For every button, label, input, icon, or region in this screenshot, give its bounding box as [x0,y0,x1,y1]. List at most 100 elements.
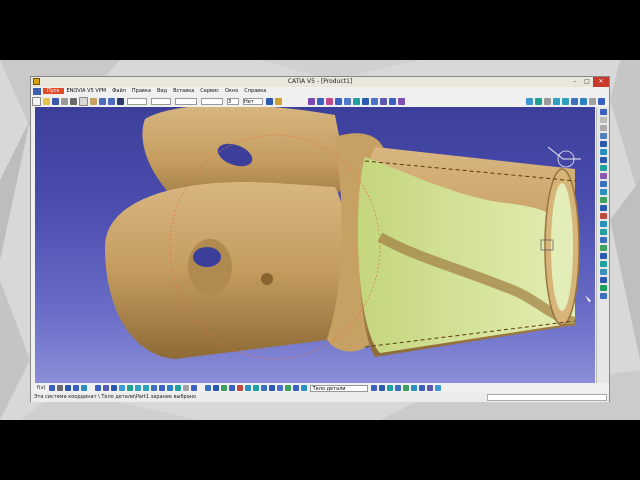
apply-icon[interactable] [599,261,607,267]
face-fillet-icon[interactable] [386,385,393,391]
fit-all-icon[interactable] [526,97,533,105]
zoom-out-bottom-icon[interactable] [142,385,149,391]
swap-bottom-icon[interactable] [190,385,197,391]
brush-icon[interactable] [275,97,282,105]
iso-view-icon[interactable] [158,385,165,391]
circle-icon[interactable] [599,149,607,155]
exit-sketch-icon[interactable] [599,117,607,123]
menu-item-edit[interactable]: Правка [129,88,154,94]
paste-icon[interactable] [90,97,97,105]
stiffener-icon[interactable] [380,97,387,105]
draft-icon[interactable] [268,385,275,391]
document-icon[interactable] [33,87,41,95]
axis-system-icon[interactable] [212,385,219,391]
menu-item-file[interactable]: Файл [109,88,129,94]
offset-icon[interactable] [599,213,607,219]
pocket-icon[interactable] [326,97,333,105]
lights-icon[interactable] [599,285,607,291]
pad-icon[interactable] [317,97,324,105]
hide-show-icon[interactable] [589,97,596,105]
boolean-icon[interactable] [236,385,243,391]
shading-icon[interactable] [599,277,607,283]
menu-item-view[interactable]: Вид [154,88,170,94]
camera-icon[interactable] [599,293,607,299]
fillet-icon[interactable] [599,189,607,195]
line-thickness-combo[interactable] [175,97,197,105]
sew-icon[interactable] [418,385,425,391]
measure-icon[interactable] [599,237,607,243]
render-icon[interactable] [599,269,607,275]
color-combo[interactable] [127,97,147,105]
menu-item-insert[interactable]: Вставка [170,88,197,94]
pan-icon[interactable] [535,97,542,105]
pattern-icon[interactable] [292,385,299,391]
fly-icon[interactable] [150,385,157,391]
chamfer-icon[interactable] [370,385,377,391]
loft-icon[interactable] [389,97,396,105]
trim-icon[interactable] [599,197,607,203]
thick-surface-icon[interactable] [434,385,441,391]
plane-icon[interactable] [220,385,227,391]
layer-combo[interactable]: Нет [243,97,263,105]
redo-icon[interactable] [108,97,115,105]
zoom-in-bottom-icon[interactable] [134,385,141,391]
title-bar[interactable]: CATIA V5 - [Product1] – □ ✕ [31,77,609,87]
spline-icon[interactable] [599,157,607,163]
profile-icon[interactable] [599,133,607,139]
scale-icon[interactable] [252,385,259,391]
menu-item-window[interactable]: Окно [222,88,241,94]
close-surface-icon[interactable] [426,385,433,391]
variable-fillet-icon[interactable] [402,385,409,391]
knowledge-icon[interactable] [56,385,63,391]
rotate-icon[interactable] [544,97,551,105]
translate-icon[interactable] [260,385,267,391]
shell-icon[interactable] [284,385,291,391]
analysis-icon[interactable] [599,245,607,251]
copy-icon[interactable] [79,96,88,106]
hide-bottom-icon[interactable] [182,385,189,391]
split-icon[interactable] [410,385,417,391]
close-button[interactable]: ✕ [593,77,609,87]
swap-space-icon[interactable] [598,97,605,105]
hole-icon[interactable] [353,97,360,105]
menu-item-help[interactable]: Справка [241,88,269,94]
transparency-combo[interactable] [151,97,171,105]
whats-this-icon[interactable] [117,97,124,105]
law-icon[interactable] [64,385,71,391]
zoom-in-icon[interactable] [553,97,560,105]
menu-item-tools[interactable]: Сервис [197,88,222,94]
3d-viewport[interactable] [35,107,595,383]
groove-icon[interactable] [344,97,351,105]
design-table-icon[interactable] [72,385,79,391]
line-type-combo[interactable] [201,97,223,105]
menu-item-pusk[interactable]: Пуск [43,88,64,94]
thread-icon[interactable] [300,385,307,391]
grid-icon[interactable] [599,125,607,131]
normal-view-icon[interactable] [571,97,578,105]
tritangent-icon[interactable] [394,385,401,391]
remove-loft-icon[interactable] [398,97,405,105]
point-symbol-combo[interactable]: 3 [227,97,239,105]
maximize-button[interactable]: □ [581,77,593,87]
save-icon[interactable] [52,97,59,105]
mirror-icon[interactable] [599,205,607,211]
check-icon[interactable] [80,385,87,391]
rotate-bottom-icon[interactable] [126,385,133,391]
instantiate-icon[interactable] [102,385,109,391]
shading-bottom-icon[interactable] [174,385,181,391]
project-icon[interactable] [599,221,607,227]
format-painter-icon[interactable] [266,97,273,105]
thickness-icon[interactable] [276,385,283,391]
new-icon[interactable] [32,96,41,106]
open-icon[interactable] [43,97,50,105]
cut-icon[interactable] [70,97,77,105]
axis-icon[interactable] [599,165,607,171]
menu-item-enovia[interactable]: ENOVIA V5 VPM [64,88,110,94]
catalog-icon[interactable] [94,385,101,391]
parameter-icon[interactable] [48,385,55,391]
shaft-icon[interactable] [335,97,342,105]
current-body-combo[interactable]: Тело детали [309,384,368,392]
assemble-icon[interactable] [244,385,251,391]
slot-icon[interactable] [371,97,378,105]
rib-icon[interactable] [362,97,369,105]
